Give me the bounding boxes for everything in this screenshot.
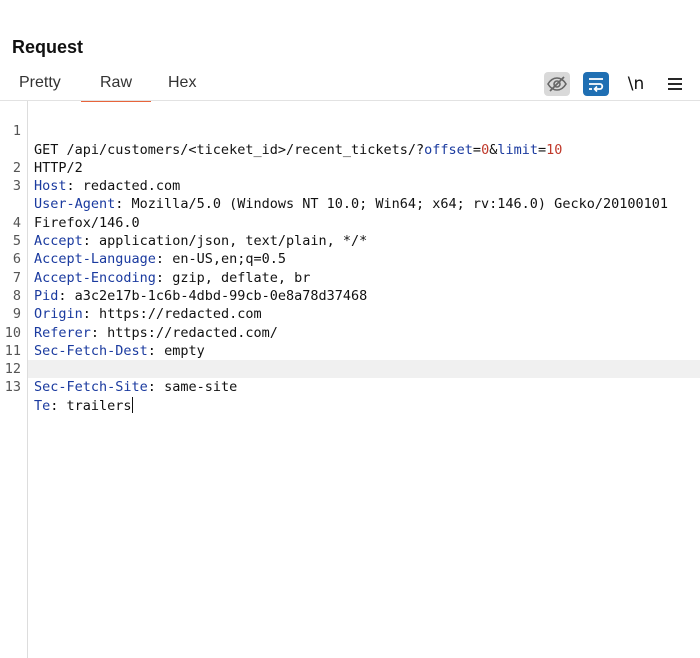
tab-pretty[interactable]: Pretty — [19, 74, 61, 98]
line-number: 3 — [12, 178, 21, 195]
request-editor[interactable]: 1 GET /api/customers/<ticeket_id>/recent… — [0, 101, 700, 658]
line-number: 1 — [12, 123, 21, 140]
newline-icon[interactable]: \n — [623, 72, 649, 96]
newline-label: \n — [627, 74, 645, 94]
menu-icon[interactable] — [662, 72, 688, 96]
header-line-current[interactable]: 13 Te: trailers — [5, 360, 700, 414]
header-line[interactable]: 10 Sec-Fetch-Dest: empty — [0, 305, 700, 359]
header-line[interactable]: 3 User-Agent: Mozilla/5.0 (Windows NT 10… — [0, 159, 700, 231]
header-line[interactable]: 5 Accept-Language: en-US,en;q=0.5 — [0, 214, 700, 267]
header-line[interactable]: 8 Origin: https://redacted.com — [0, 269, 700, 322]
header-line[interactable]: 4 Accept: application/json, text/plain, … — [0, 195, 700, 249]
header-line[interactable]: 12 Sec-Fetch-Site: same-site — [0, 342, 700, 395]
header-key: Te — [34, 397, 51, 414]
eye-off-icon[interactable] — [544, 72, 570, 96]
tab-hex[interactable]: Hex — [168, 74, 196, 98]
panel-title: Request — [12, 37, 84, 57]
line-number: 12 — [4, 361, 21, 378]
header-line[interactable]: 2 Host: redacted.com — [0, 141, 700, 194]
view-tabs: Pretty Raw Hex \n — [0, 70, 700, 102]
tab-raw[interactable]: Raw — [80, 74, 152, 102]
text-caret — [131, 396, 134, 413]
request-line[interactable]: 1 GET /api/customers/<ticeket_id>/recent… — [0, 104, 700, 176]
header-line[interactable]: 7 Pid: a3c2e17b-1c6b-4dbd-99cb-0e8a78d37… — [0, 250, 700, 304]
header-line[interactable]: 11 Sec-Fetch-Mode: cors — [0, 324, 700, 377]
header-value: trailers — [66, 397, 132, 414]
line-number: 13 — [4, 379, 21, 396]
header-value: same-site — [164, 379, 238, 396]
header-line[interactable]: 6 Accept-Encoding: gzip, deflate, br — [0, 232, 700, 285]
wrap-icon[interactable] — [583, 72, 609, 96]
header-line[interactable]: 9 Referer: https://redacted.com/ — [0, 287, 700, 340]
